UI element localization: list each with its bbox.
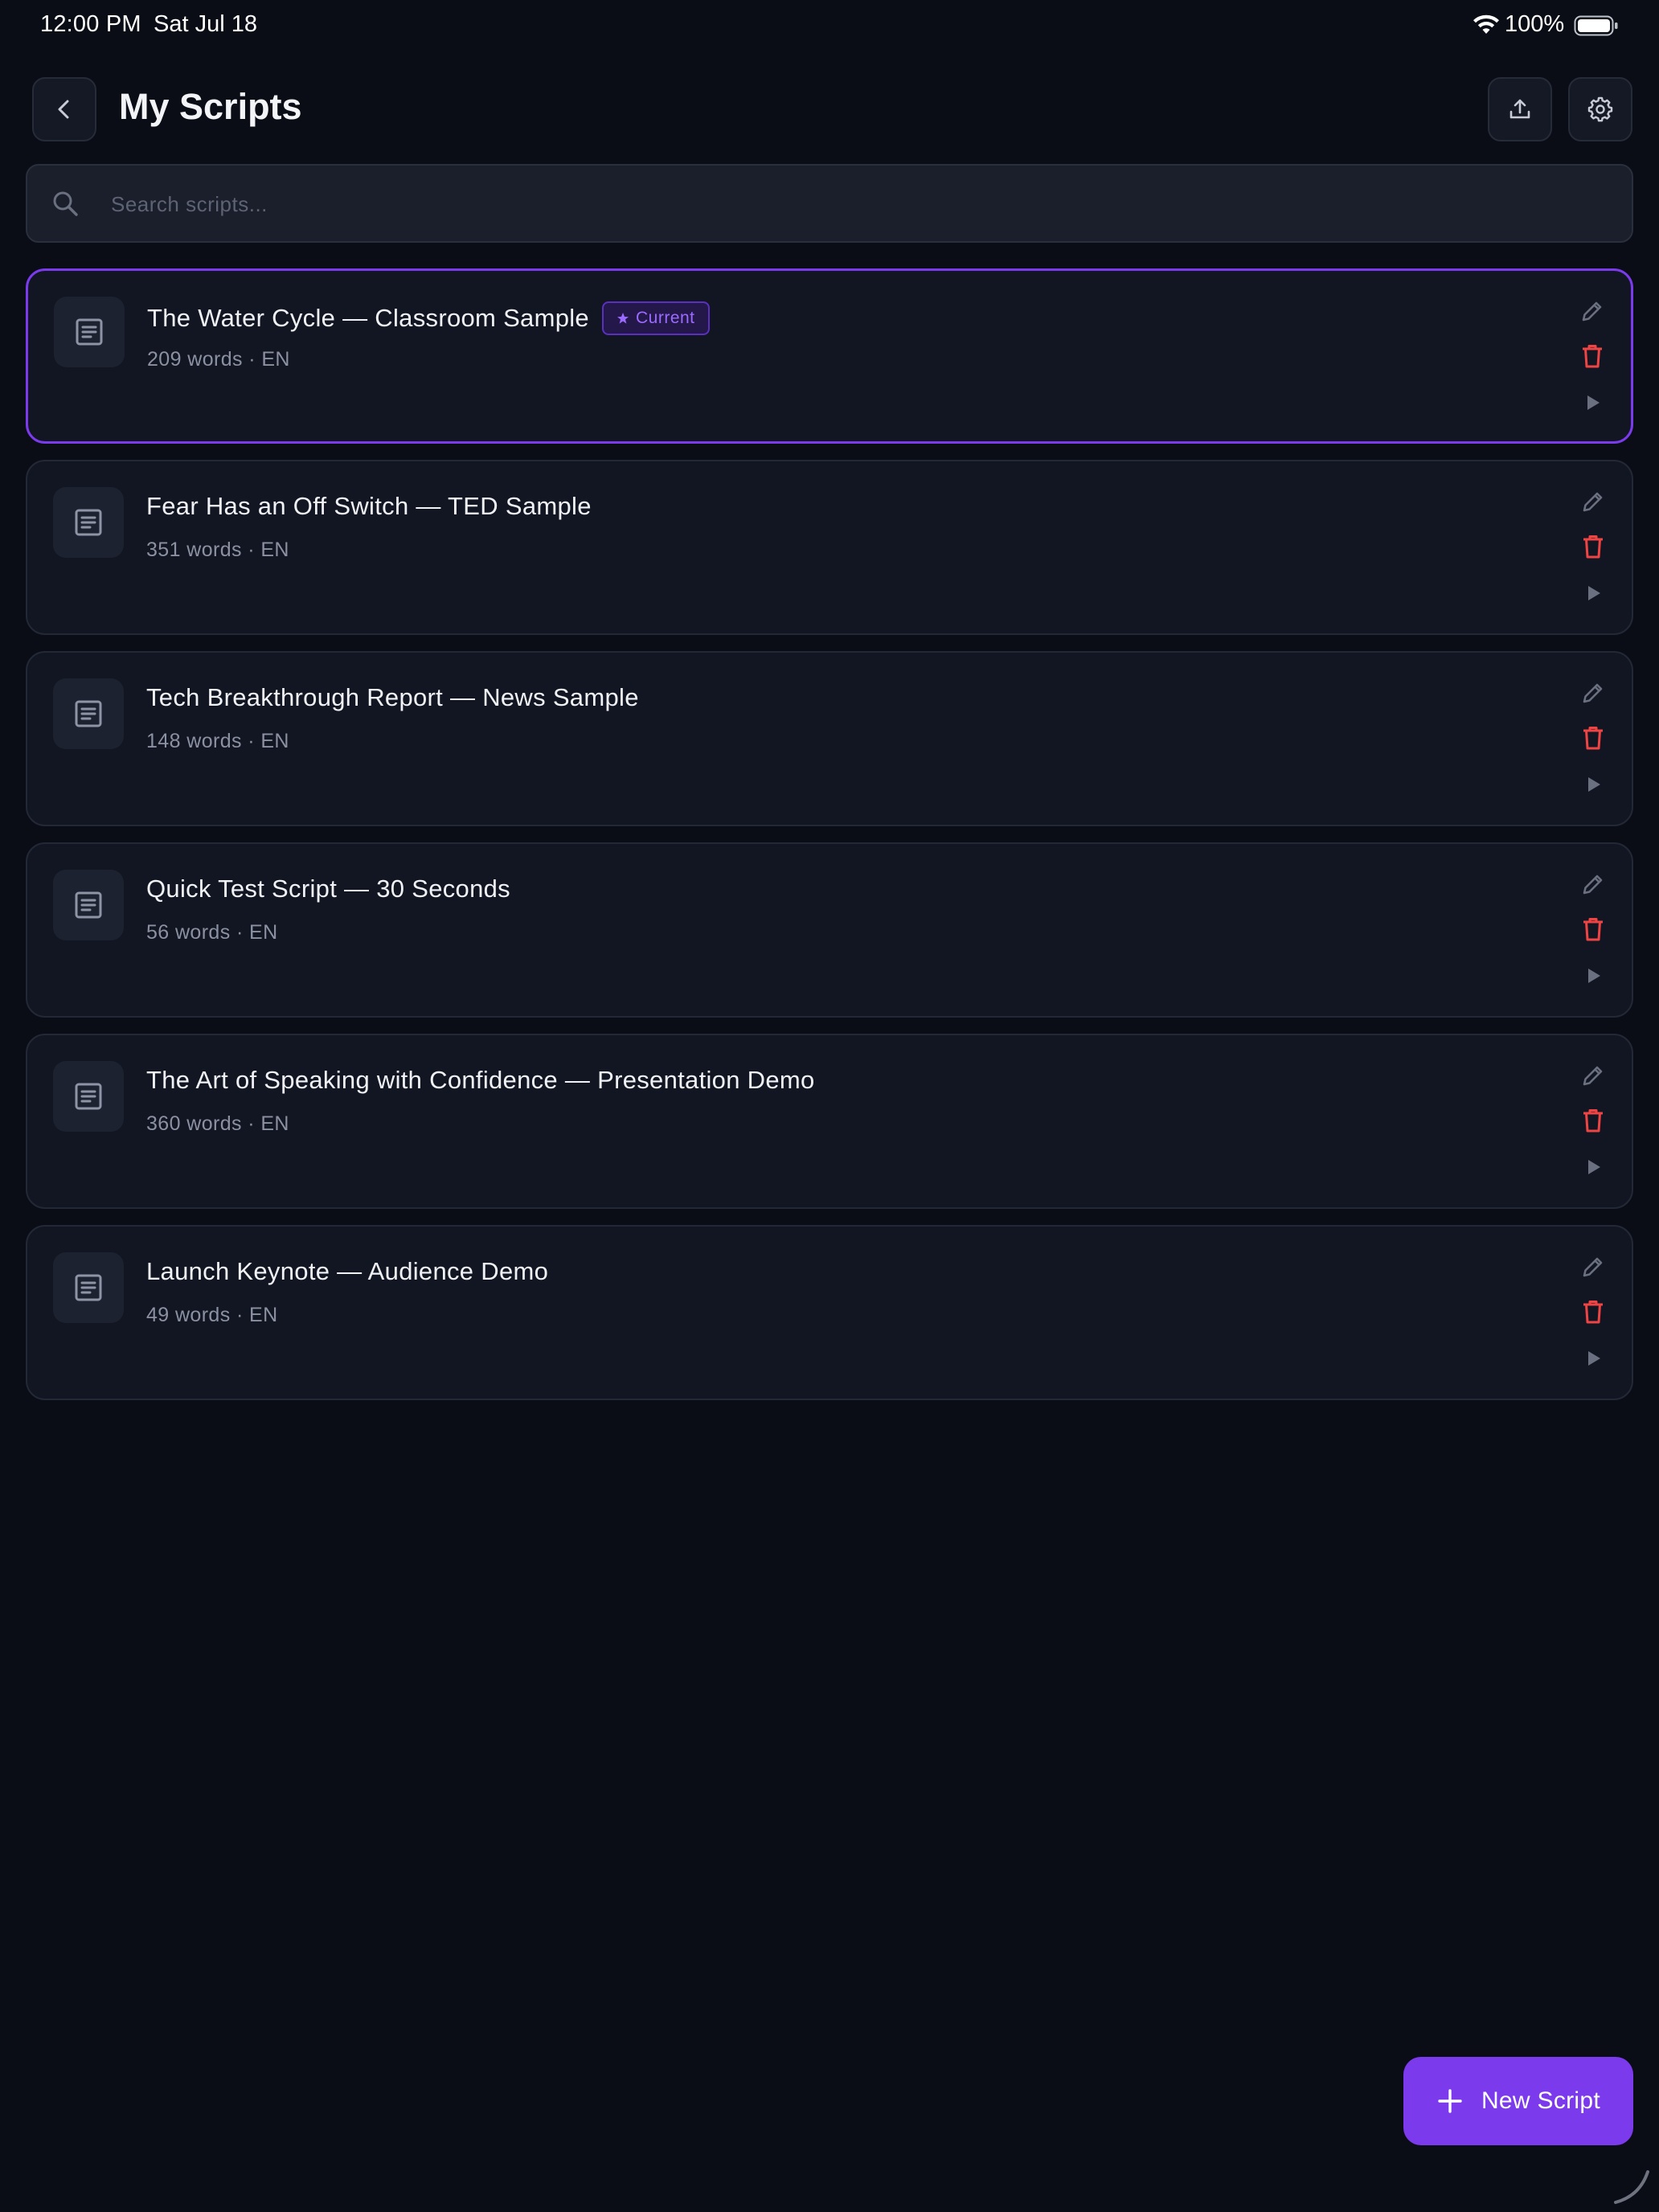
script-meta: 56 words · EN — [146, 921, 278, 944]
pencil-icon — [1583, 1066, 1603, 1086]
script-title: The Art of Speaking with Confidence — Pr… — [146, 1066, 815, 1094]
play-button[interactable] — [1577, 577, 1609, 609]
document-icon — [53, 678, 124, 749]
edit-button[interactable] — [1577, 1251, 1609, 1283]
search-input[interactable] — [109, 166, 1608, 243]
script-title: Launch Keynote — Audience Demo — [146, 1257, 549, 1285]
status-bar: 12:00 PM Sat Jul 18 100% — [0, 0, 1659, 51]
page-title: My Scripts — [119, 86, 302, 127]
current-badge: Current — [601, 301, 710, 335]
pencil-icon — [1583, 492, 1603, 512]
settings-button[interactable] — [1568, 77, 1632, 141]
edit-button[interactable] — [1577, 677, 1609, 709]
current-badge-label: Current — [635, 309, 695, 327]
battery-icon — [1574, 15, 1618, 36]
trash-icon — [1583, 727, 1603, 750]
script-meta: 49 words · EN — [146, 1304, 278, 1326]
trash-icon — [1583, 918, 1603, 941]
play-icon — [1588, 777, 1600, 792]
gear-icon — [1587, 96, 1613, 122]
search-icon — [53, 191, 78, 216]
script-card[interactable]: The Water Cycle — Classroom Sample Curre… — [26, 268, 1633, 444]
export-button[interactable] — [1488, 77, 1552, 141]
trash-icon — [1583, 1301, 1603, 1324]
script-meta: 351 words · EN — [146, 539, 289, 561]
delete-button[interactable] — [1577, 1104, 1609, 1137]
trash-icon — [1583, 535, 1603, 559]
document-icon — [53, 487, 124, 558]
wifi-icon — [1473, 14, 1499, 34]
script-title: Fear Has an Off Switch — TED Sample — [146, 492, 592, 520]
document-icon — [53, 1252, 124, 1323]
document-icon — [53, 870, 124, 940]
play-icon — [1588, 1160, 1600, 1174]
document-icon — [54, 297, 125, 367]
delete-button[interactable] — [1577, 722, 1609, 754]
script-title: Tech Breakthrough Report — News Sample — [146, 683, 639, 711]
status-date: Sat Jul 18 — [154, 11, 257, 37]
script-meta: 148 words · EN — [146, 730, 289, 752]
new-script-label: New Script — [1481, 2087, 1601, 2114]
status-time: 12:00 PM — [40, 11, 141, 37]
edit-button[interactable] — [1577, 1059, 1609, 1092]
play-icon — [1588, 1351, 1600, 1366]
play-button[interactable] — [1577, 960, 1609, 992]
script-card[interactable]: The Art of Speaking with Confidence — Pr… — [26, 1034, 1633, 1209]
script-meta: 209 words · EN — [147, 348, 290, 371]
corner-gesture-indicator — [1614, 2170, 1649, 2204]
pencil-icon — [1582, 301, 1602, 322]
play-button[interactable] — [1577, 768, 1609, 801]
script-title: Quick Test Script — 30 Seconds — [146, 875, 510, 903]
back-button[interactable] — [32, 77, 96, 141]
pencil-icon — [1583, 1257, 1603, 1277]
chevron-left-icon — [58, 100, 69, 119]
script-title: The Water Cycle — Classroom Sample — [147, 304, 589, 332]
script-card[interactable]: Quick Test Script — 30 Seconds 56 words … — [26, 842, 1633, 1018]
script-card[interactable]: Tech Breakthrough Report — News Sample 1… — [26, 651, 1633, 826]
play-icon — [1587, 395, 1600, 410]
pencil-icon — [1583, 683, 1603, 703]
play-icon — [1588, 969, 1600, 983]
script-card[interactable]: Launch Keynote — Audience Demo 49 words … — [26, 1225, 1633, 1400]
pencil-icon — [1583, 875, 1603, 895]
edit-button[interactable] — [1576, 295, 1608, 327]
script-card[interactable]: Fear Has an Off Switch — TED Sample 351 … — [26, 460, 1633, 635]
delete-button[interactable] — [1577, 913, 1609, 945]
delete-button[interactable] — [1576, 340, 1608, 372]
play-button[interactable] — [1576, 387, 1608, 419]
script-list: The Water Cycle — Classroom Sample Curre… — [26, 268, 1633, 1416]
play-icon — [1588, 586, 1600, 600]
trash-icon — [1583, 345, 1602, 368]
search-bar[interactable] — [26, 164, 1633, 243]
edit-button[interactable] — [1577, 868, 1609, 900]
plus-icon — [1438, 2089, 1462, 2113]
delete-button[interactable] — [1577, 530, 1609, 563]
document-icon — [53, 1061, 124, 1132]
delete-button[interactable] — [1577, 1296, 1609, 1328]
new-script-button[interactable]: New Script — [1403, 2057, 1633, 2145]
play-button[interactable] — [1577, 1151, 1609, 1183]
edit-button[interactable] — [1577, 485, 1609, 518]
battery-percent: 100% — [1505, 11, 1565, 37]
script-meta: 360 words · EN — [146, 1112, 289, 1135]
share-upload-icon — [1509, 99, 1530, 119]
trash-icon — [1583, 1109, 1603, 1133]
play-button[interactable] — [1577, 1342, 1609, 1374]
star-icon — [616, 313, 629, 324]
